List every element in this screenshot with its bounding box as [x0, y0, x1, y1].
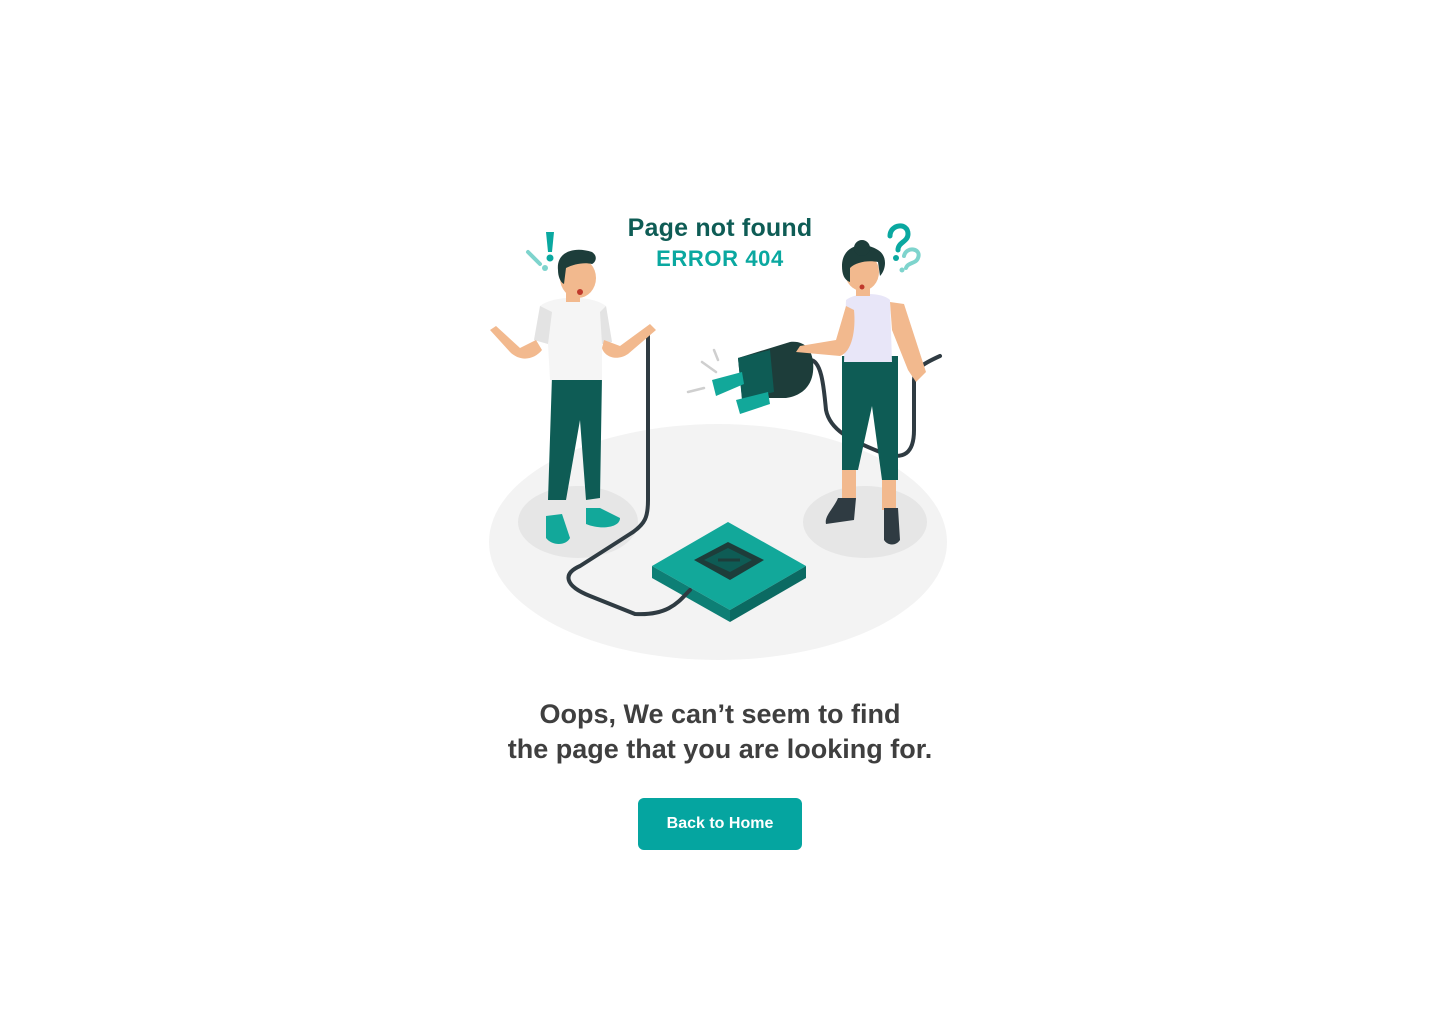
illustration-title: Page not found: [627, 214, 813, 242]
error-message-line-1: Oops, We can’t seem to find: [539, 699, 901, 729]
error-code: ERROR 404: [656, 246, 784, 271]
unplugged-cable-illustration: [489, 223, 947, 660]
back-to-home-button[interactable]: Back to Home: [638, 798, 802, 850]
plug-icon: [686, 341, 814, 414]
error-404-page: Page not found ERROR 404 Oops, We can’t …: [0, 0, 1440, 1024]
error-message-line-2: the page that you are looking for.: [507, 734, 933, 764]
error-message: Oops, We can’t seem to find the page tha…: [370, 697, 1070, 767]
